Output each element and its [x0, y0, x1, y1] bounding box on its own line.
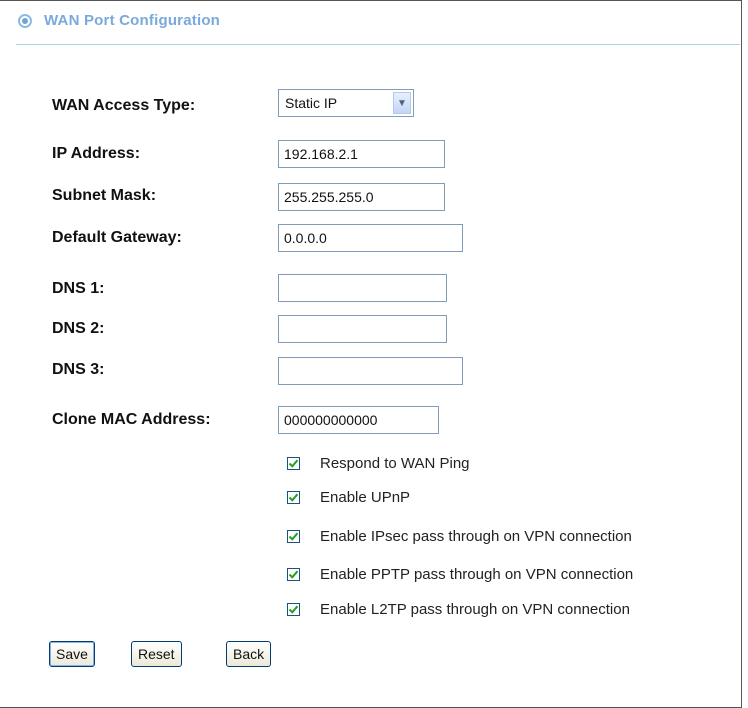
dns1-label: DNS 1:: [52, 280, 105, 297]
checkmark-icon: [288, 459, 299, 468]
option-label: Enable L2TP pass through on VPN connecti…: [320, 601, 630, 618]
reset-button[interactable]: Reset: [131, 641, 182, 667]
option-row[interactable]: Enable PPTP pass through on VPN connecti…: [287, 566, 633, 583]
option-label: Enable IPsec pass through on VPN connect…: [320, 528, 632, 545]
dns3-field[interactable]: [278, 357, 463, 385]
chevron-down-icon[interactable]: ▼: [393, 92, 411, 114]
enable-pptp-checkbox[interactable]: [287, 568, 300, 581]
back-button[interactable]: Back: [226, 641, 272, 667]
option-row[interactable]: Enable IPsec pass through on VPN connect…: [287, 528, 632, 545]
option-label: Respond to WAN Ping: [320, 455, 470, 472]
default-gateway-field[interactable]: [278, 224, 463, 252]
option-label: Enable UPnP: [320, 489, 411, 506]
option-row[interactable]: Enable UPnP: [287, 489, 410, 506]
save-button[interactable]: Save: [49, 641, 95, 667]
enable-ipsec-checkbox[interactable]: [287, 530, 300, 543]
header-divider: [16, 44, 740, 45]
clone-mac-field[interactable]: [278, 406, 439, 434]
respond-wan-ping-checkbox[interactable]: [287, 457, 300, 470]
checkmark-icon: [288, 605, 299, 614]
checkmark-icon: [288, 532, 299, 541]
wan-access-type-select[interactable]: Static IP ▼: [278, 89, 414, 117]
ip-address-label: IP Address:: [52, 145, 141, 162]
option-label: Enable PPTP pass through on VPN connecti…: [320, 566, 634, 583]
section-header: WAN Port Configuration: [18, 12, 220, 29]
option-row[interactable]: Enable L2TP pass through on VPN connecti…: [287, 601, 630, 618]
dns2-field[interactable]: [278, 315, 447, 343]
subnet-mask-label: Subnet Mask:: [52, 187, 157, 204]
subnet-mask-field[interactable]: [278, 183, 445, 211]
default-gateway-label: Default Gateway:: [52, 229, 182, 246]
clone-mac-label: Clone MAC Address:: [52, 411, 211, 428]
bullet-icon: [18, 13, 32, 28]
ip-address-field[interactable]: [278, 140, 445, 168]
page-title: WAN Port Configuration: [44, 12, 221, 29]
dns2-label: DNS 2:: [52, 320, 105, 337]
dns3-label: DNS 3:: [52, 361, 105, 378]
checkmark-icon: [288, 570, 299, 579]
checkmark-icon: [288, 493, 299, 502]
enable-l2tp-checkbox[interactable]: [287, 603, 300, 616]
dns1-field[interactable]: [278, 274, 447, 302]
option-row[interactable]: Respond to WAN Ping: [287, 455, 470, 472]
wan-access-type-value: Static IP: [285, 95, 338, 111]
enable-upnp-checkbox[interactable]: [287, 491, 300, 504]
wan-access-type-label: WAN Access Type:: [52, 97, 196, 114]
